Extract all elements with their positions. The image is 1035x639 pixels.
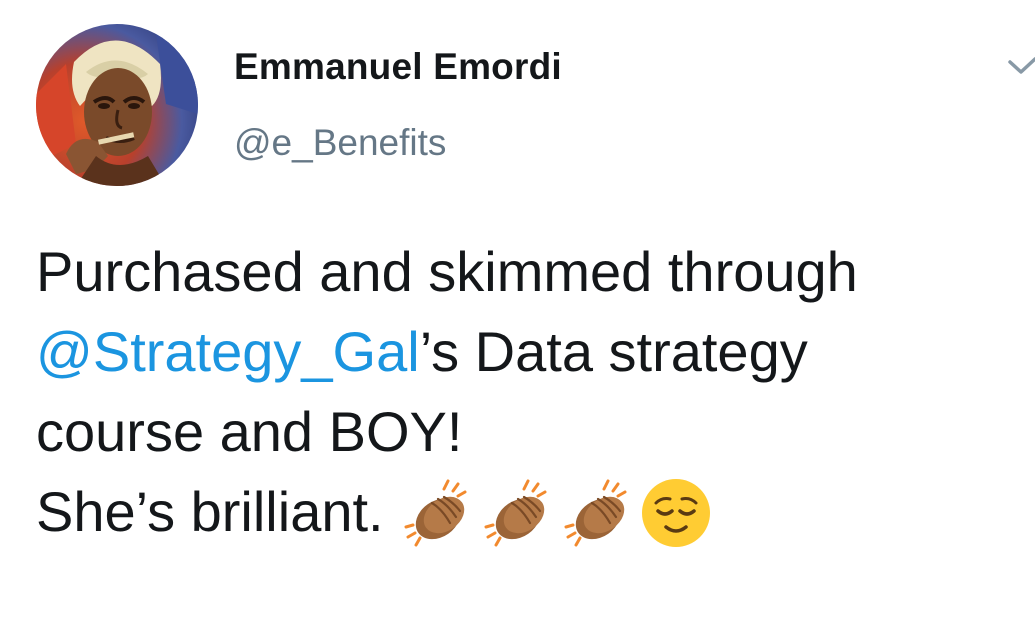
tweet-line-2-rest: ’s Data strategy bbox=[419, 320, 808, 383]
mention-link[interactable]: @Strategy_Gal bbox=[36, 320, 420, 383]
avatar[interactable] bbox=[36, 24, 198, 186]
tweet-line-4: She’s brilliant. bbox=[36, 472, 1021, 557]
relieved-face-emoji bbox=[638, 475, 714, 551]
chevron-down-icon[interactable] bbox=[1006, 50, 1035, 80]
tweet-card: Emmanuel Emordi @e_Benefits Purchased an… bbox=[0, 0, 1035, 639]
author-display-name[interactable]: Emmanuel Emordi bbox=[234, 46, 562, 88]
tweet-line-4-text: She’s brilliant. bbox=[36, 480, 384, 543]
clapping-hands-emoji bbox=[398, 475, 474, 551]
tweet-line-3: course and BOY! bbox=[36, 400, 463, 463]
avatar-portrait bbox=[36, 24, 198, 186]
tweet-line-1: Purchased and skimmed through bbox=[36, 240, 858, 303]
clapping-hands-emoji bbox=[478, 475, 554, 551]
clapping-hands-emoji bbox=[558, 475, 634, 551]
author-handle[interactable]: @e_Benefits bbox=[234, 122, 446, 164]
tweet-line-2: @Strategy_Gal’s Data strategy bbox=[36, 312, 1021, 392]
tweet-body: Purchased and skimmed through @Strategy_… bbox=[36, 232, 1021, 557]
emoji-row bbox=[398, 469, 718, 551]
